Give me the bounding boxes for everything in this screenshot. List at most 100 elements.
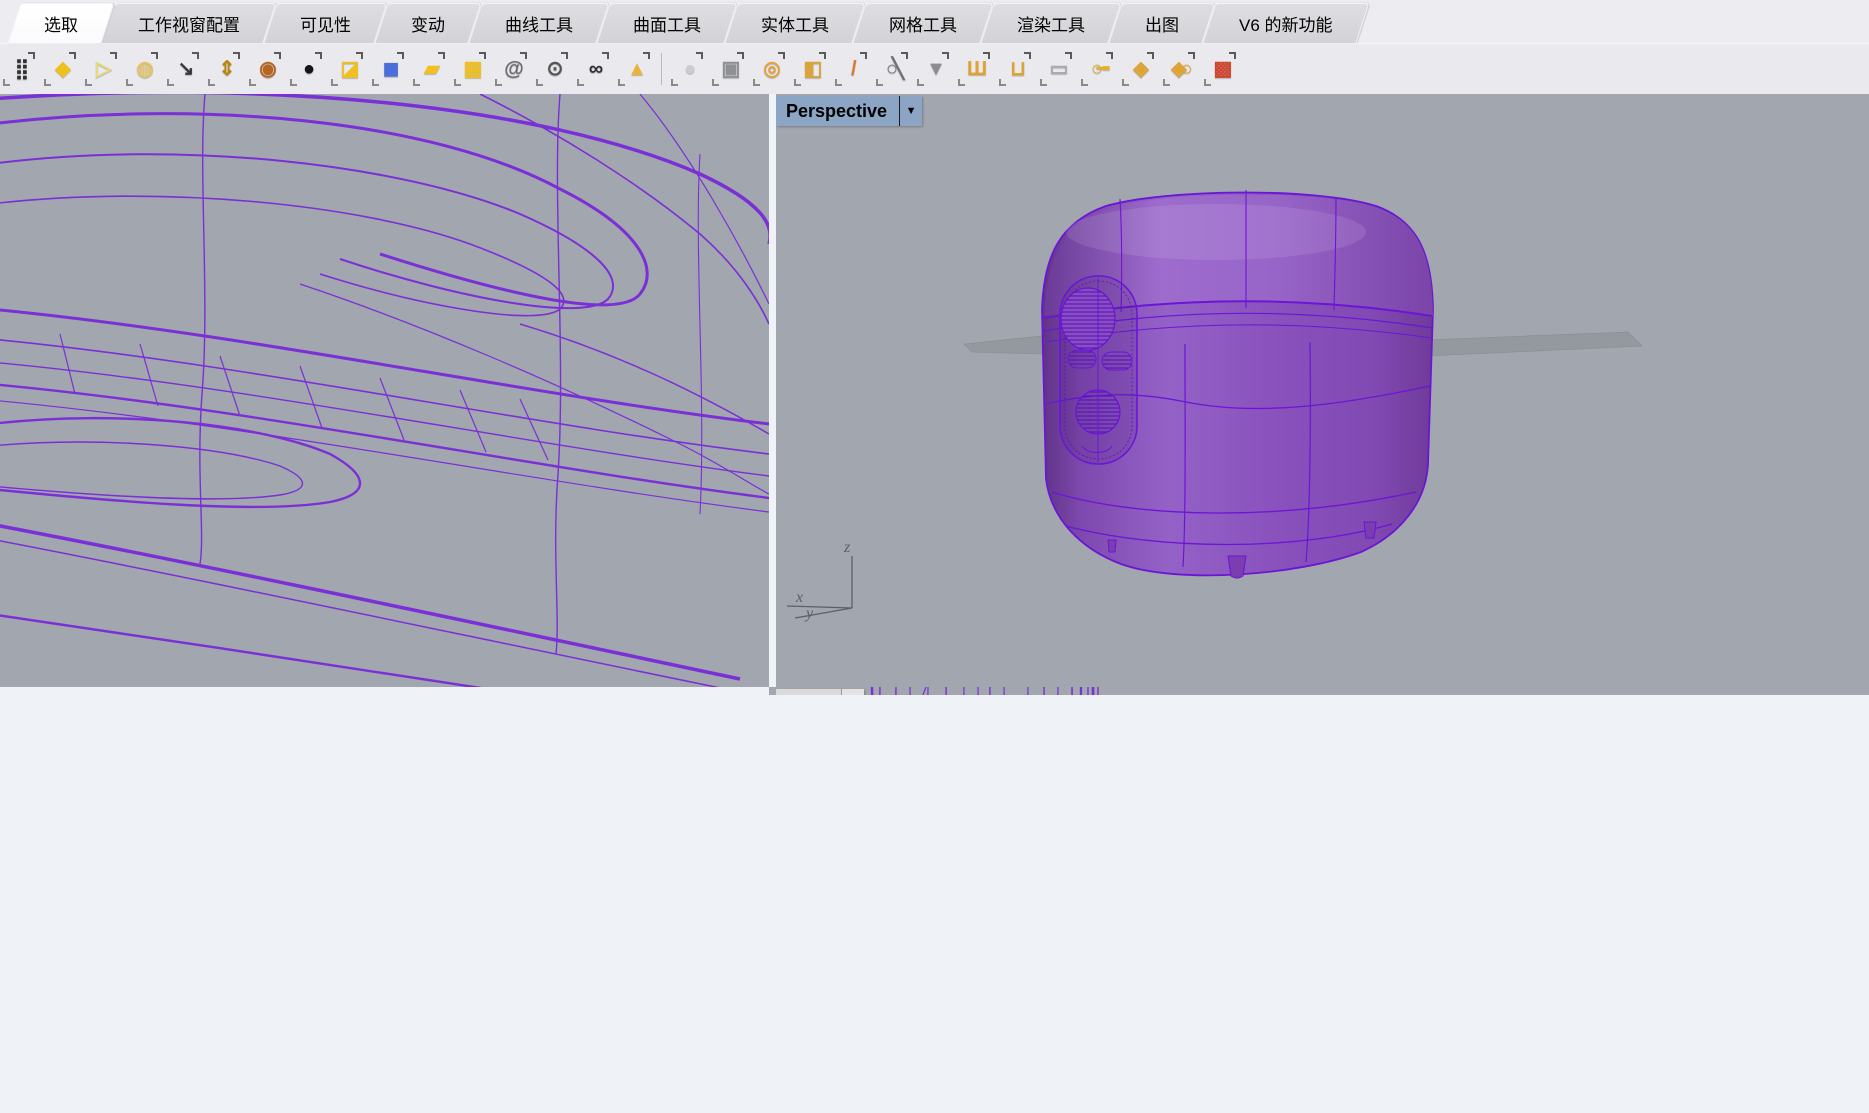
spiral-icon[interactable]: @ <box>494 50 528 88</box>
tab-transform[interactable]: 变动 <box>381 3 475 43</box>
solid-box-icon-glyph: ◼ <box>383 52 394 86</box>
tab-drafting[interactable]: 出图 <box>1115 3 1209 43</box>
color-circles-icon[interactable]: ◉ <box>248 50 282 88</box>
wireframe-curves-top-left <box>0 94 769 687</box>
cube-gray-icon-glyph: ▣ <box>722 52 735 86</box>
axis-gizmo <box>787 556 852 618</box>
key-tag-icon[interactable]: ◈○ <box>1162 50 1196 88</box>
viewport-top-left[interactable] <box>0 94 769 687</box>
cylinder-icon[interactable]: ▭ <box>1039 50 1073 88</box>
tab-label: 工作视窗配置 <box>138 11 240 36</box>
grid-points-icon[interactable]: ⣿ <box>2 50 36 88</box>
tab-label: 出图 <box>1145 11 1179 36</box>
grid-points-icon-glyph: ⣿ <box>15 52 24 86</box>
cylinder-icon-glyph: ▭ <box>1050 52 1063 86</box>
select-objects-icon[interactable]: ◆ <box>43 50 77 88</box>
tab-label: 渲染工具 <box>1017 11 1085 36</box>
tab-label: V6 的新功能 <box>1239 11 1333 36</box>
sphere-gray-icon-glyph: ● <box>684 52 690 86</box>
lasso-select-icon[interactable]: ▷ <box>84 50 118 88</box>
tab-label: 实体工具 <box>761 11 829 36</box>
box-edges-icon-glyph: ▩ <box>1214 52 1227 86</box>
u-box-icon-glyph: ⊔ <box>1010 52 1020 86</box>
key-tag-icon-glyph: ◈○ <box>1171 52 1186 86</box>
scale-dimension-icon[interactable]: ⇕ <box>207 50 241 88</box>
u-box-icon[interactable]: ⊔ <box>998 50 1032 88</box>
sphere-gray-icon[interactable]: ● <box>670 50 704 88</box>
plane-icon[interactable]: ▰ <box>412 50 446 88</box>
front-wireframe-scene <box>769 687 776 695</box>
point-cloud-icon-glyph: ⊙ <box>547 52 558 86</box>
toolbar: ⣿ ◆ ▷ ◍ ↘ ⇕ ◉ ● ◪ ◼ ▰ ▦ @ ⊙ ∞ ▲ ● ▣ ◎ ◧/ ○╲ ▼ Ш ⊔ ▭ ○╼ ◈ ◈○ ▩ <box>0 43 1869 94</box>
tab-label: 曲面工具 <box>633 11 701 36</box>
move-control-points-icon-glyph: ↘ <box>178 52 189 86</box>
tab-viewport-layout[interactable]: 工作视窗配置 <box>108 3 270 43</box>
sphere-black-icon[interactable]: ● <box>289 50 323 88</box>
tab-label: 曲线工具 <box>505 11 573 36</box>
key-icon[interactable]: ○╼ <box>1080 50 1114 88</box>
select-objects-icon-glyph: ◆ <box>55 52 64 86</box>
filter-funnel-icon[interactable]: ▼ <box>916 50 950 88</box>
viewport-perspective[interactable]: Perspective ▼ <box>776 94 1869 687</box>
cube-droplet-icon[interactable]: ◧ <box>793 50 827 88</box>
magnifier-icon[interactable]: ○╲ <box>875 50 909 88</box>
axis-x-label: x <box>795 589 803 606</box>
solid-box-icon[interactable]: ◼ <box>371 50 405 88</box>
cube-gray-icon[interactable]: ▣ <box>711 50 745 88</box>
tag-icon[interactable]: ◈ <box>1121 50 1155 88</box>
mesh-icon[interactable]: ▦ <box>453 50 487 88</box>
viewport-front[interactable] <box>769 687 776 695</box>
pyramid-icon[interactable]: ▲ <box>617 50 651 88</box>
plane-icon-glyph: ▰ <box>424 52 433 86</box>
tab-mesh-tools[interactable]: 网格工具 <box>859 3 987 43</box>
toolbar-separator <box>661 53 662 85</box>
perspective-viewport-title: Perspective <box>776 96 899 126</box>
chain-icon[interactable]: ∞ <box>576 50 610 88</box>
sphere-black-icon-glyph: ● <box>303 52 309 86</box>
right-viewport-label[interactable]: Right ▼ <box>776 689 864 695</box>
tab-curve-tools[interactable]: 曲线工具 <box>475 3 603 43</box>
magnifier-icon-glyph: ○╲ <box>886 52 898 86</box>
tab-label: 网格工具 <box>889 11 957 36</box>
hatch-circles-icon[interactable]: ◍ <box>125 50 159 88</box>
move-control-points-icon[interactable]: ↘ <box>166 50 200 88</box>
hatch-circles-icon-glyph: ◍ <box>136 52 147 86</box>
surface-corner-icon[interactable]: ◪ <box>330 50 364 88</box>
tag-icon-glyph: ◈ <box>1133 52 1142 86</box>
filter-funnel-icon-glyph: ▼ <box>926 52 940 86</box>
right-viewport-title: Right <box>776 689 841 695</box>
tab-select[interactable]: 选取 <box>14 3 108 43</box>
viewport-divider-horizontal[interactable] <box>0 687 769 695</box>
perspective-viewport-label[interactable]: Perspective ▼ <box>776 96 922 126</box>
tab-visibility[interactable]: 可见性 <box>270 3 381 43</box>
spiral-icon-glyph: @ <box>504 52 518 86</box>
axis-z-label: z <box>843 539 851 556</box>
pyramid-icon-glyph: ▲ <box>627 52 641 86</box>
tab-solid-tools[interactable]: 实体工具 <box>731 3 859 43</box>
paintbrush-icon[interactable]: / <box>834 50 868 88</box>
perspective-scene: z x y <box>776 94 1869 687</box>
tab-new-in-v6[interactable]: V6 的新功能 <box>1209 3 1363 43</box>
chevron-down-icon[interactable]: ▼ <box>841 689 864 695</box>
viewport-divider-vertical[interactable] <box>769 94 776 687</box>
tab-surface-tools[interactable]: 曲面工具 <box>603 3 731 43</box>
annotation-shapes-icon[interactable]: ◎ <box>752 50 786 88</box>
tab-label: 选取 <box>44 11 78 36</box>
chain-icon-glyph: ∞ <box>589 52 597 86</box>
axis-y-label: y <box>804 605 814 622</box>
tab-render-tools[interactable]: 渲染工具 <box>987 3 1115 43</box>
scale-dimension-icon-glyph: ⇕ <box>219 52 230 86</box>
annotation-shapes-icon-glyph: ◎ <box>763 52 774 86</box>
viewport-grid: Perspective ▼ <box>0 94 1869 1113</box>
point-cloud-icon[interactable]: ⊙ <box>535 50 569 88</box>
box-edges-icon[interactable]: ▩ <box>1203 50 1237 88</box>
lasso-select-icon-glyph: ▷ <box>96 52 105 86</box>
tab-label: 可见性 <box>300 11 351 36</box>
viewport-right[interactable]: Right ▼ <box>776 687 1869 695</box>
chevron-down-icon[interactable]: ▼ <box>899 96 922 126</box>
right-wireframe-scene <box>776 687 1869 695</box>
rhino-app-window: 选取 工作视窗配置 可见性 变动 曲线工具 曲面工具 实体工具 网格工具 渲染工具 出图 V6 的新… <box>0 0 1869 1113</box>
mesh-icon-glyph: ▦ <box>464 52 477 86</box>
tab-bar: 选取 工作视窗配置 可见性 变动 曲线工具 曲面工具 实体工具 网格工具 渲染工具 出图 V6 的新… <box>0 0 1869 43</box>
fence-icon[interactable]: Ш <box>957 50 991 88</box>
